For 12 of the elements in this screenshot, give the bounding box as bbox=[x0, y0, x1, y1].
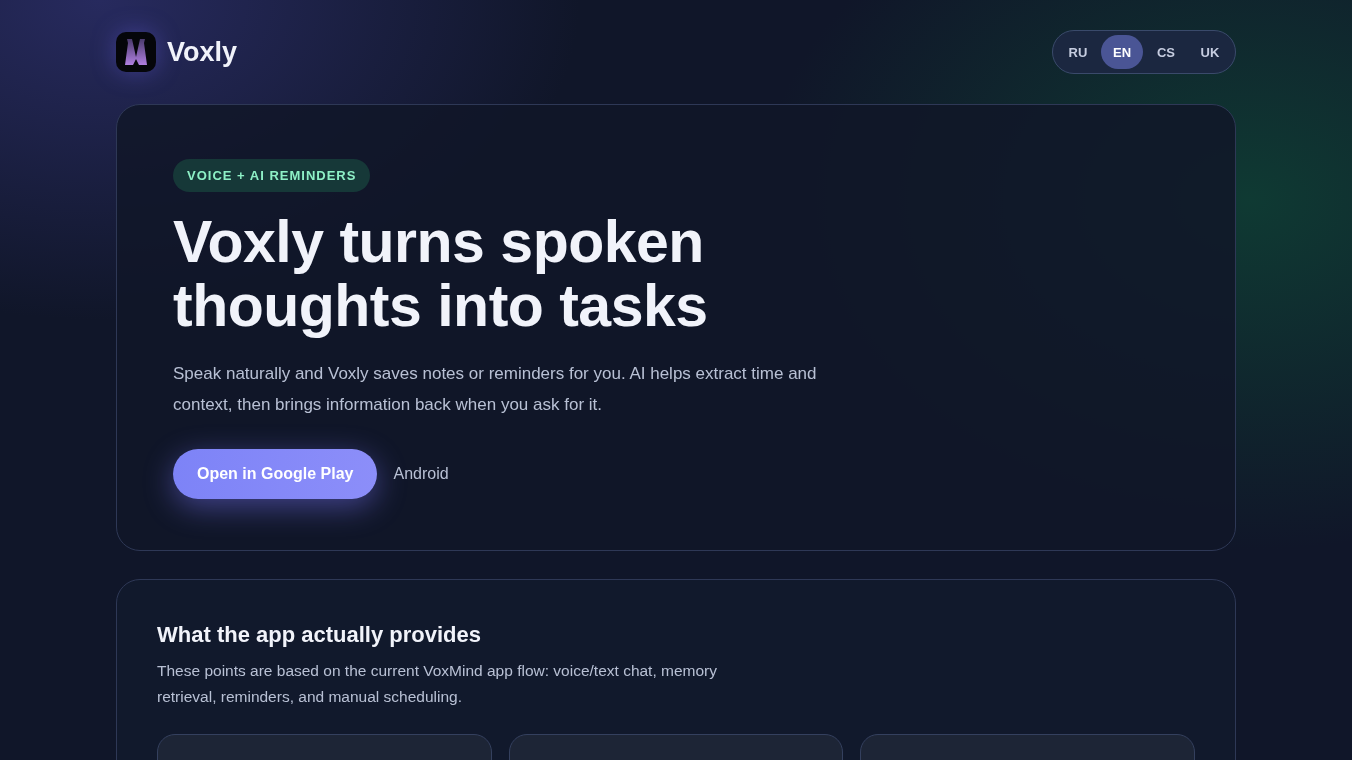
language-option[interactable]: CS bbox=[1145, 35, 1187, 69]
features-title: What the app actually provides bbox=[157, 622, 482, 648]
tag-badge: VOICE + AI REMINDERS bbox=[173, 159, 371, 192]
platform-label: Android bbox=[393, 465, 449, 483]
language-option[interactable]: RU bbox=[1057, 35, 1099, 69]
hero-title: Voxly turns spoken thoughts into tasks bbox=[173, 210, 709, 338]
language-option[interactable]: EN bbox=[1101, 35, 1143, 69]
logo-icon bbox=[116, 32, 156, 72]
brand-name: Voxly bbox=[167, 36, 238, 68]
language-option[interactable]: UK bbox=[1189, 35, 1231, 69]
features-description: These points are based on the current VoxMind app flow: voice/text chat, memory retrieval, reminders, and manual scheduling. bbox=[157, 661, 718, 707]
hero-description: Speak naturally and Voxly saves notes or reminders for you. AI helps extract time and context, then brings information back when you ask for it. bbox=[173, 363, 818, 416]
